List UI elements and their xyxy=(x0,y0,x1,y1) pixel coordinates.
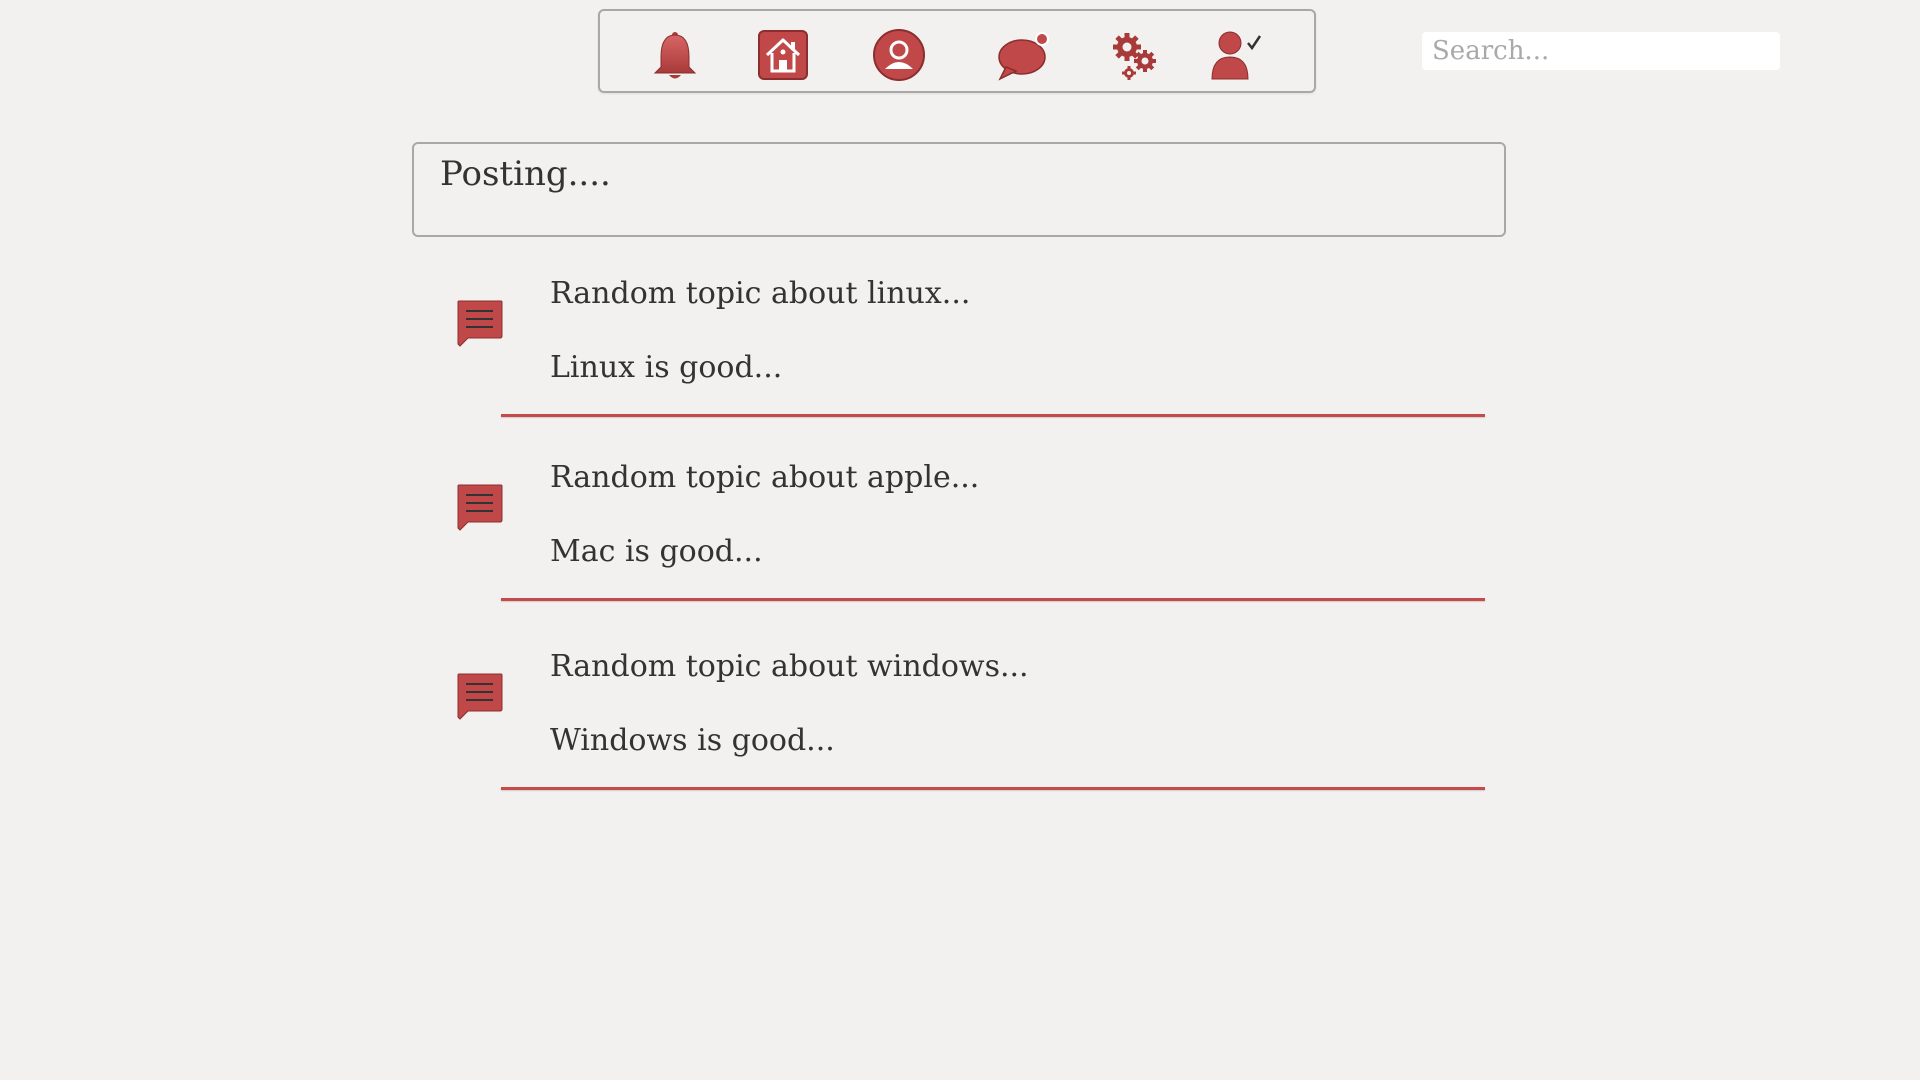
message-icon xyxy=(456,298,504,348)
home-icon[interactable] xyxy=(755,27,811,83)
post-body: Linux is good... xyxy=(550,350,783,385)
post-title[interactable]: Random topic about linux... xyxy=(550,276,970,311)
bell-icon[interactable] xyxy=(647,27,703,83)
message-icon xyxy=(456,482,504,532)
chat-bubble-icon[interactable] xyxy=(996,27,1052,83)
post-divider xyxy=(501,414,1485,417)
post-body: Mac is good... xyxy=(550,534,763,569)
post-body: Windows is good... xyxy=(550,723,835,758)
post-title[interactable]: Random topic about apple... xyxy=(550,460,979,495)
post-title[interactable]: Random topic about windows... xyxy=(550,649,1029,684)
user-check-icon[interactable] xyxy=(1208,27,1264,83)
user-circle-icon[interactable] xyxy=(871,27,927,83)
posting-box[interactable]: Posting.... xyxy=(412,142,1506,237)
search-input[interactable] xyxy=(1422,32,1780,70)
post-divider xyxy=(501,598,1485,601)
post-divider xyxy=(501,787,1485,790)
message-icon xyxy=(456,671,504,721)
gears-icon[interactable] xyxy=(1107,27,1163,83)
page: Posting.... Random topic about linux... … xyxy=(0,0,1920,1080)
top-nav-bar xyxy=(598,9,1316,93)
posting-placeholder: Posting.... xyxy=(440,154,611,194)
